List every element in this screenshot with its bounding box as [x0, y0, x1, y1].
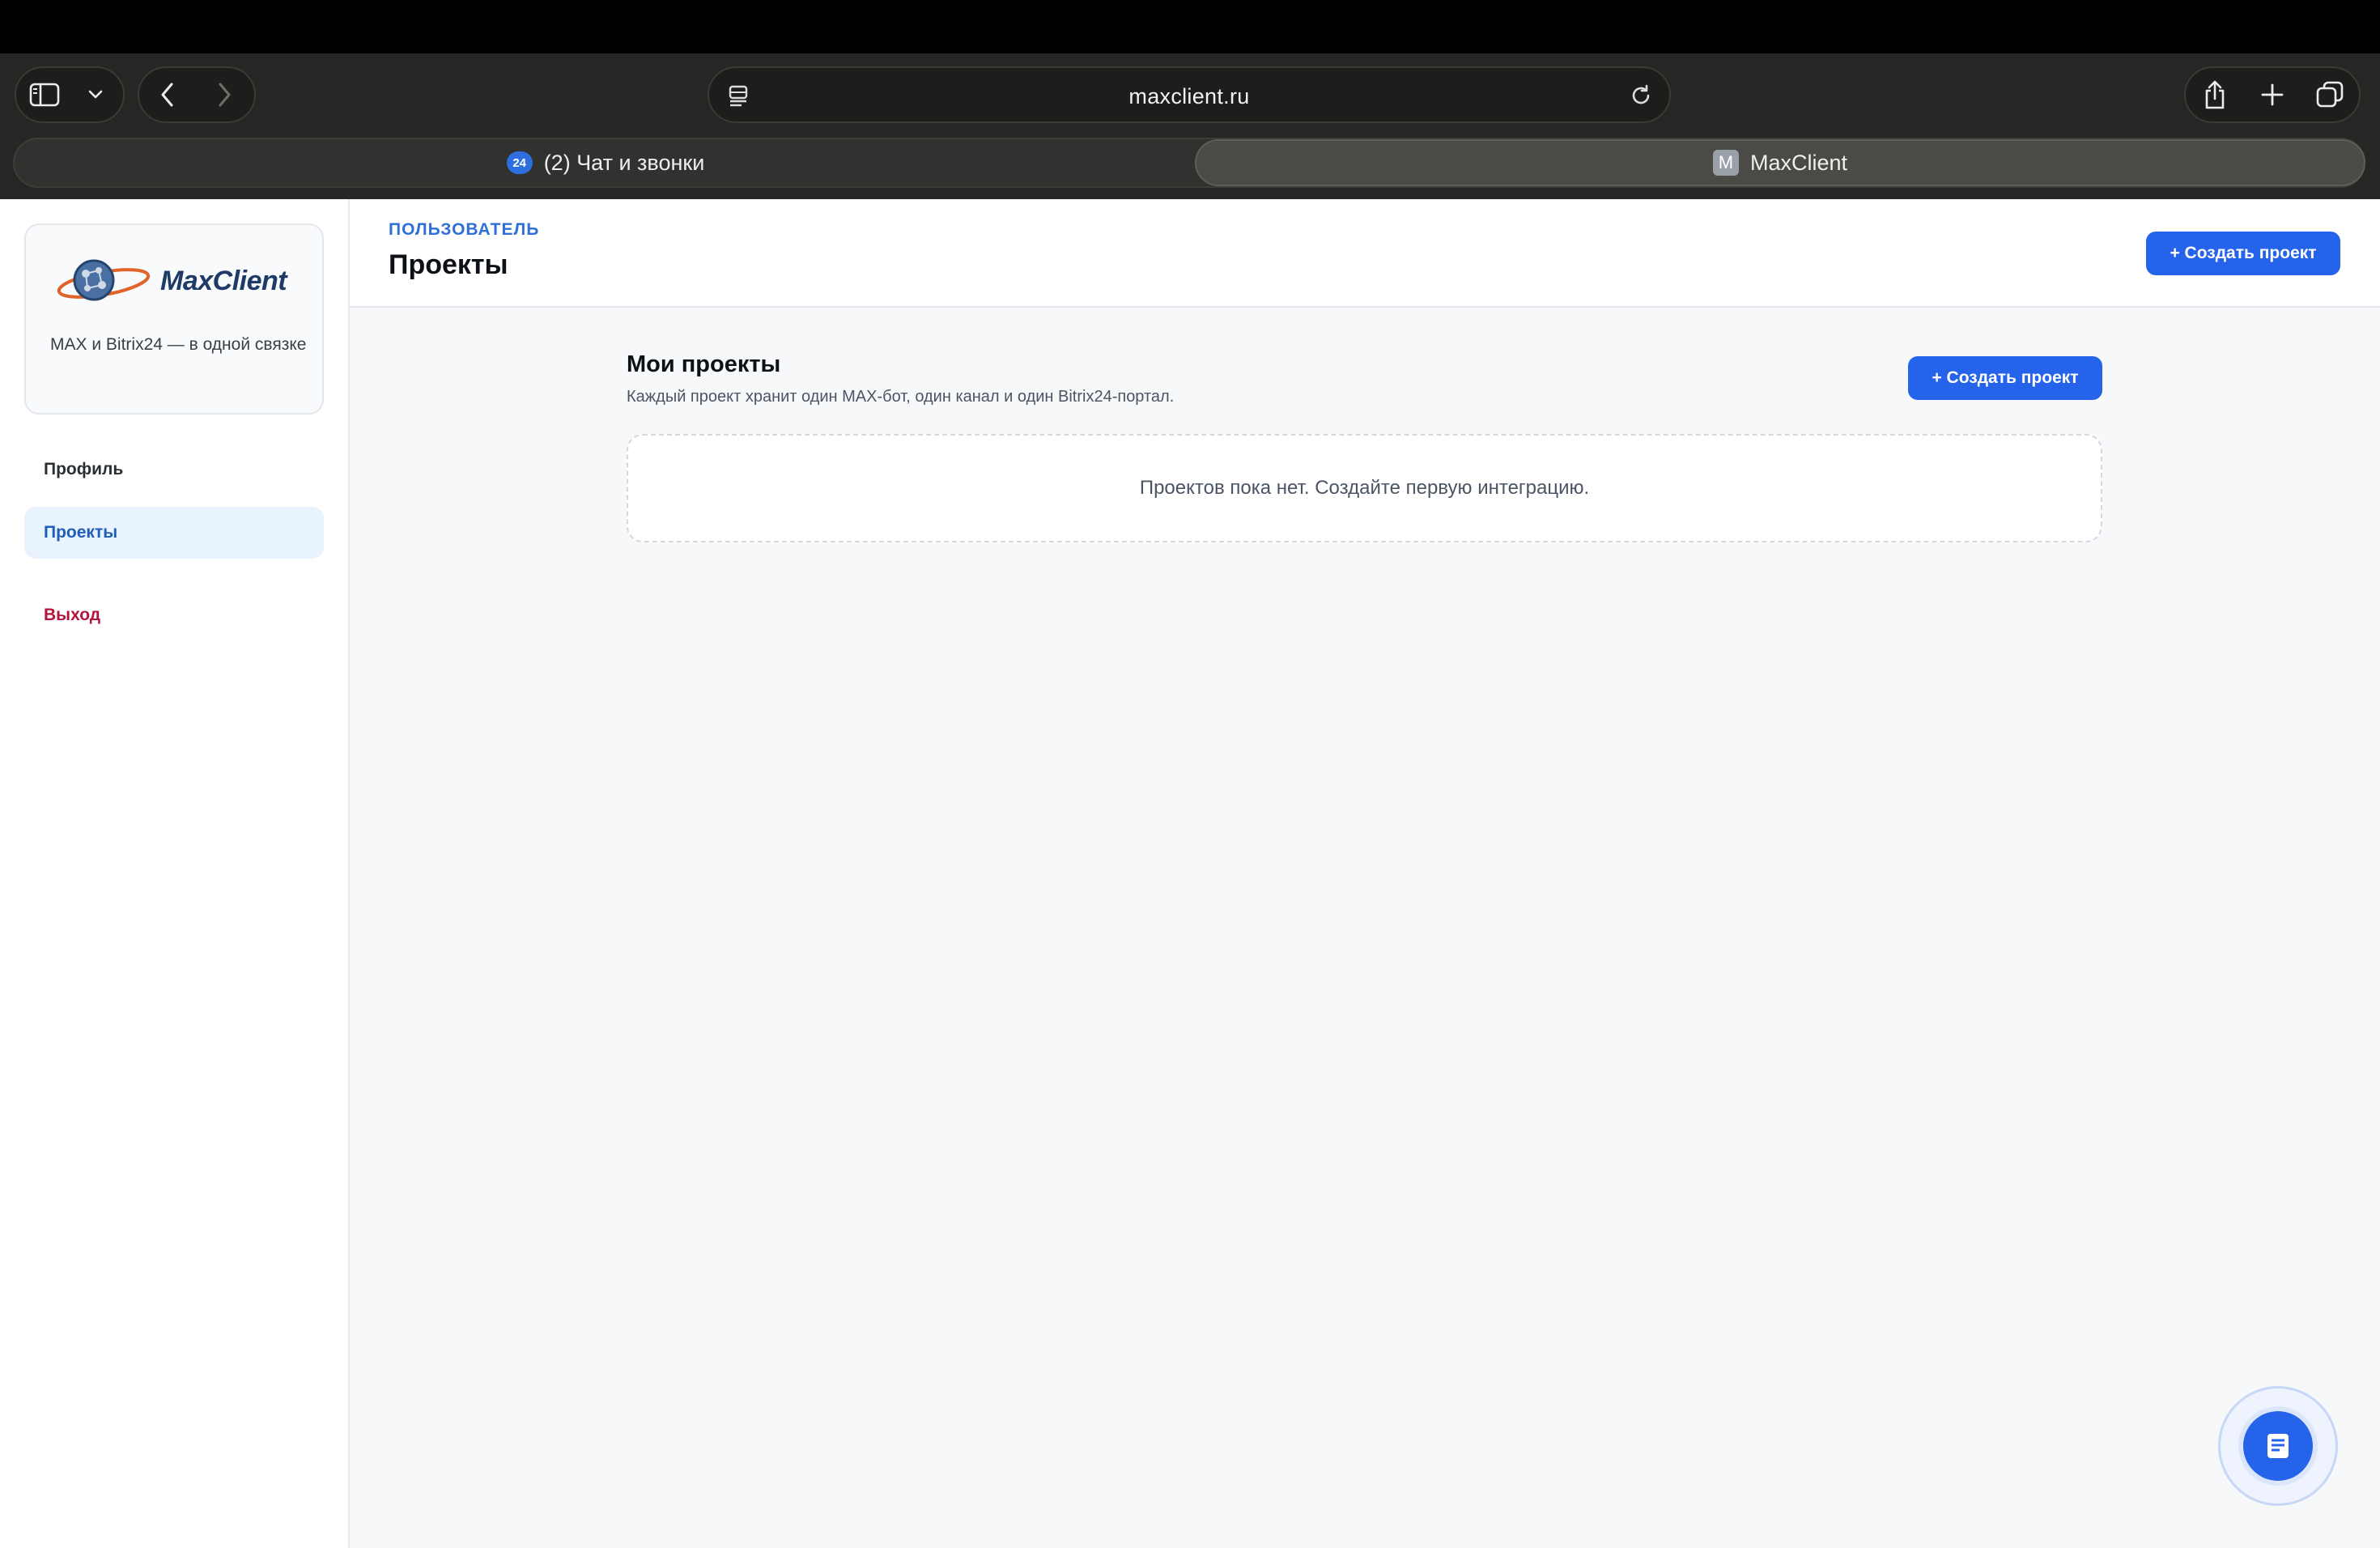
right-actions-group	[2184, 66, 2361, 123]
brand-tagline: MAX и Bitrix24 — в одной связке	[50, 335, 307, 354]
sidebar-toggle-button[interactable]	[16, 68, 73, 121]
sidebar-toggle-group	[15, 66, 125, 123]
sidebar-item-label: Профиль	[44, 460, 124, 478]
tab-overview-button[interactable]	[2301, 68, 2358, 121]
tabs-overview-icon	[2317, 81, 2344, 108]
projects-empty-state: Проектов пока нет. Создайте первую интег…	[627, 434, 2102, 542]
browser-toolbar: maxclient.ru 24 (2) Чат и звонки M MaxCl…	[0, 53, 2380, 199]
page-header: ПОЛЬЗОВАТЕЛЬ Проекты + Создать проект	[350, 199, 2380, 308]
forward-button[interactable]	[196, 68, 253, 121]
bitrix24-favicon: 24	[506, 151, 533, 174]
window-top-strip	[0, 0, 2380, 53]
header-create-project-button[interactable]: + Создать проект	[2146, 232, 2340, 275]
sidebar: MaxClient MAX и Bitrix24 — в одной связк…	[0, 199, 350, 1548]
tab-bar: 24 (2) Чат и звонки M MaxClient	[13, 138, 2365, 188]
logo[interactable]: MaxClient	[55, 254, 287, 311]
create-project-button[interactable]: + Создать проект	[1908, 356, 2102, 400]
document-icon	[2267, 1434, 2289, 1458]
tab-title: (2) Чат и звонки	[543, 150, 705, 175]
back-button[interactable]	[139, 68, 196, 121]
support-chat-button[interactable]	[2243, 1411, 2313, 1481]
chevron-left-icon	[161, 83, 173, 107]
tab-maxclient[interactable]: M MaxClient	[1195, 139, 2365, 186]
chevron-down-icon	[88, 90, 103, 99]
plus-icon	[2261, 83, 2284, 106]
sidebar-icon	[29, 83, 60, 107]
section-title: Мои проекты	[627, 351, 781, 377]
sidebar-item-projects[interactable]: Проекты	[24, 507, 324, 559]
url-text: maxclient.ru	[1128, 84, 1250, 108]
sidebar-item-label: Выход	[44, 606, 101, 624]
sidebar-item-label: Проекты	[44, 523, 118, 542]
page-title: Проекты	[389, 249, 508, 280]
page-eyebrow: ПОЛЬЗОВАТЕЛЬ	[389, 220, 540, 239]
share-button[interactable]	[2187, 68, 2243, 121]
history-nav-group	[138, 66, 256, 123]
sidebar-item-profile[interactable]: Профиль	[24, 444, 324, 495]
empty-state-message: Проектов пока нет. Создайте первую интег…	[1139, 477, 1590, 499]
new-tab-button[interactable]	[2244, 68, 2301, 121]
tab-chat-calls[interactable]: 24 (2) Чат и звонки	[15, 139, 1196, 186]
maxclient-favicon: M	[1712, 150, 1739, 176]
brand-name: MaxClient	[160, 266, 287, 296]
section-subtitle: Каждый проект хранит один MAX-бот, один …	[627, 388, 1175, 406]
page: MaxClient MAX и Bitrix24 — в одной связк…	[0, 199, 2380, 1548]
share-icon	[2205, 80, 2224, 109]
tab-groups-dropdown[interactable]	[73, 68, 118, 121]
chevron-right-icon	[219, 83, 231, 107]
sidebar-item-logout[interactable]: Выход	[24, 589, 324, 641]
support-widget	[2218, 1386, 2338, 1506]
reload-icon[interactable]	[1627, 82, 1655, 109]
brand-card: MaxClient MAX и Bitrix24 — в одной связк…	[24, 223, 324, 415]
tab-title: MaxClient	[1749, 150, 1848, 175]
globe-logo-icon	[57, 259, 151, 301]
address-bar[interactable]: maxclient.ru	[708, 66, 1671, 123]
